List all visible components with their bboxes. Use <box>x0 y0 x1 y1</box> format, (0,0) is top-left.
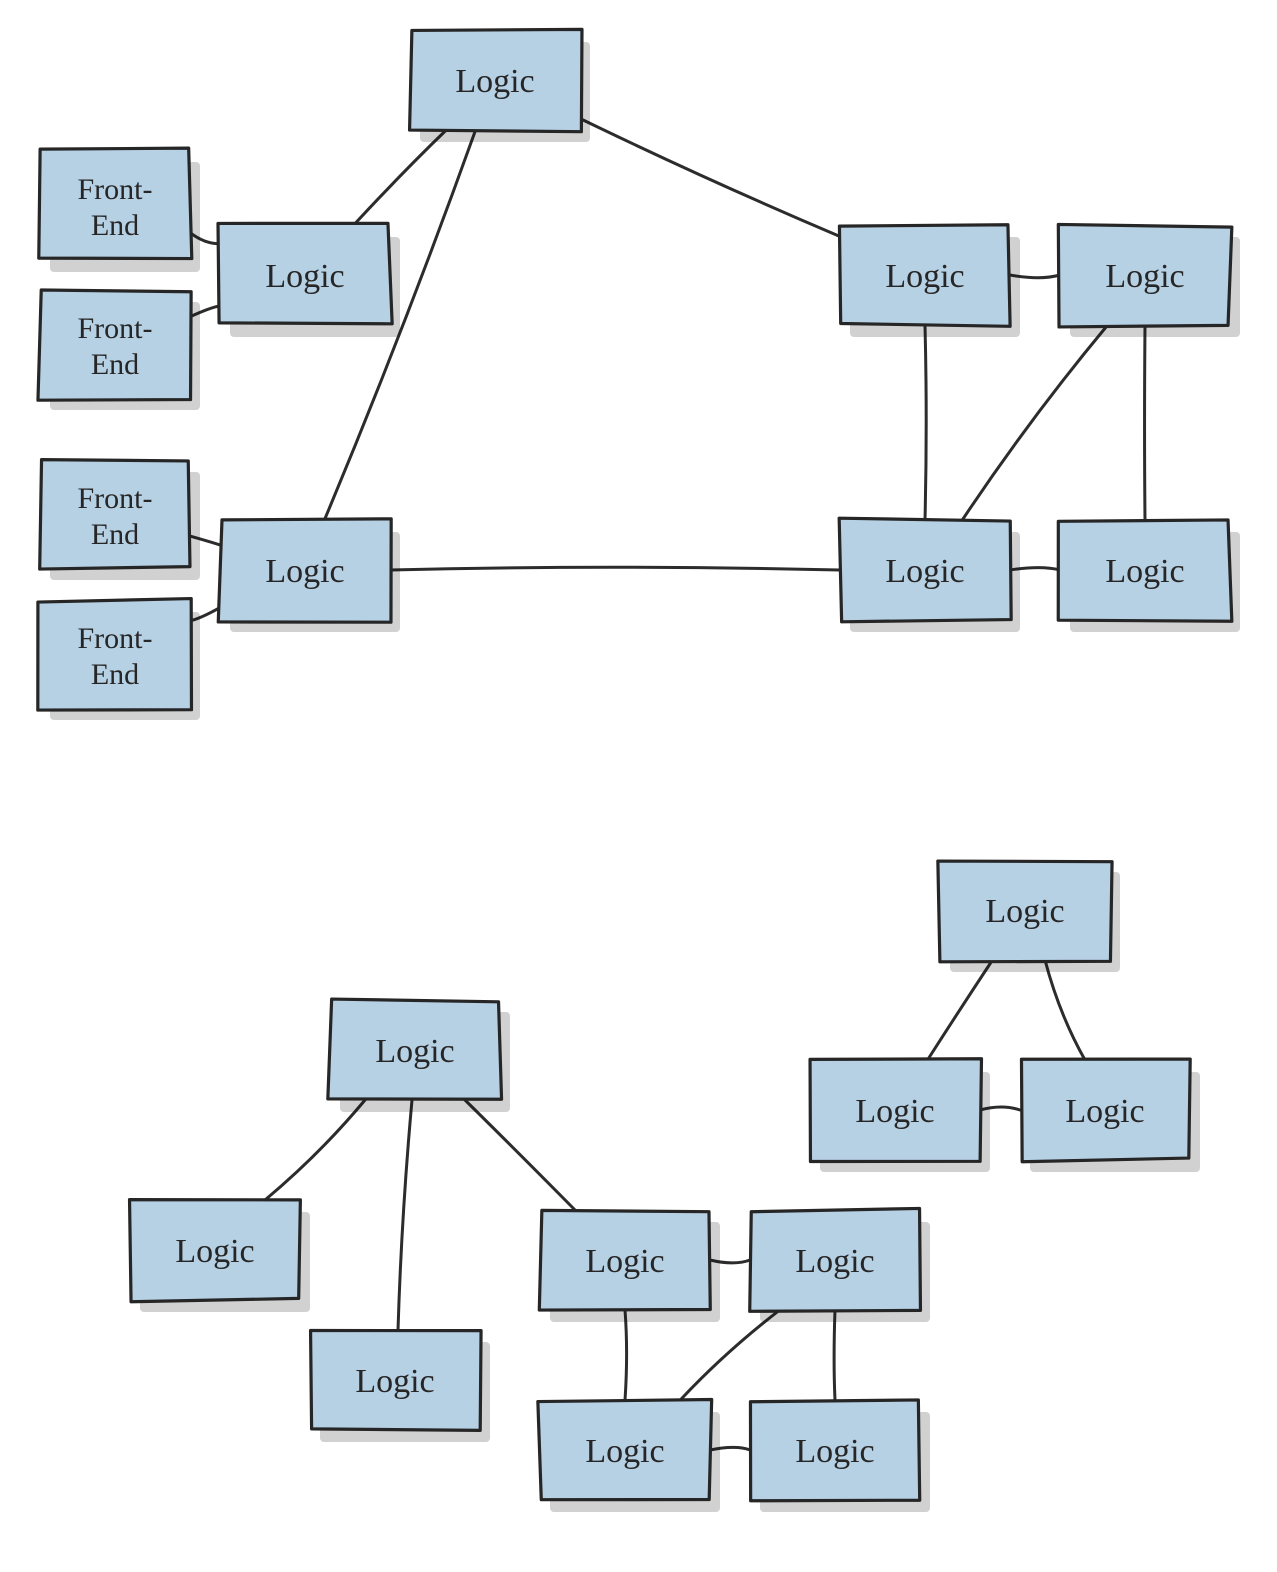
node-label: Logic <box>355 1363 434 1400</box>
node-label: Logic <box>885 553 964 590</box>
node-box <box>38 290 191 400</box>
edge-t_top-t_a <box>928 960 993 1060</box>
node-label: Logic <box>375 1033 454 1070</box>
node-label-line1: Front- <box>78 622 153 655</box>
node-l_r2a[interactable]: Logic <box>839 518 1020 632</box>
node-m_q2[interactable]: Logic <box>750 1208 930 1322</box>
node-l_r1b[interactable]: Logic <box>1058 224 1240 337</box>
node-label-line1: Front- <box>78 312 153 345</box>
node-label: Logic <box>265 258 344 295</box>
edge-l_r1a-l_r2a <box>925 325 926 520</box>
edge-m_q2-m_q3 <box>680 1310 779 1400</box>
node-label: Logic <box>455 63 534 100</box>
edge-l_top-l_leftA <box>354 130 447 225</box>
edge-m_q1-m_q3 <box>625 1310 627 1400</box>
node-label: Logic <box>1065 1093 1144 1130</box>
node-label: Logic <box>855 1093 934 1130</box>
edge-m_top-m_low <box>398 1100 412 1330</box>
node-t_a[interactable]: Logic <box>810 1059 990 1172</box>
node-label: Logic <box>795 1243 874 1280</box>
node-label-line1: Front- <box>78 482 153 515</box>
node-t_top[interactable]: Logic <box>938 861 1120 972</box>
node-label: Logic <box>795 1433 874 1470</box>
node-label-line1: Front- <box>78 173 153 206</box>
node-l_top[interactable]: Logic <box>410 29 590 142</box>
node-l_leftB[interactable]: Logic <box>218 519 400 632</box>
edge-t_top-t_b <box>1045 960 1085 1060</box>
node-fe4[interactable]: Front-End <box>38 599 200 720</box>
edge-l_top-l_r1a <box>580 119 840 237</box>
edge-m_top-m_q1 <box>465 1100 575 1210</box>
node-m_q1[interactable]: Logic <box>539 1210 720 1322</box>
nodes-layer: Front-EndFront-EndFront-EndFront-EndLogi… <box>38 29 1240 1512</box>
node-label-line2: End <box>91 518 139 551</box>
node-l_r1a[interactable]: Logic <box>839 225 1020 337</box>
node-m_q3[interactable]: Logic <box>538 1400 720 1512</box>
node-t_b[interactable]: Logic <box>1021 1059 1200 1172</box>
node-label: Logic <box>1105 553 1184 590</box>
node-m_q4[interactable]: Logic <box>750 1400 930 1512</box>
node-label-line2: End <box>91 209 139 242</box>
node-m_l[interactable]: Logic <box>130 1200 310 1312</box>
edge-m_top-m_l <box>265 1100 365 1200</box>
edge-m_q2-m_q4 <box>834 1310 835 1400</box>
node-m_low[interactable]: Logic <box>311 1331 490 1442</box>
diagram-canvas: Front-EndFront-EndFront-EndFront-EndLogi… <box>0 0 1277 1572</box>
node-m_top[interactable]: Logic <box>328 999 510 1112</box>
node-l_leftA[interactable]: Logic <box>218 223 400 337</box>
node-label-line2: End <box>91 658 139 691</box>
node-l_r2b[interactable]: Logic <box>1058 520 1240 632</box>
edge-l_leftB-l_r2a <box>390 567 840 570</box>
node-label-line2: End <box>91 348 139 381</box>
node-fe2[interactable]: Front-End <box>38 290 200 410</box>
node-label: Logic <box>1105 258 1184 295</box>
edge-l_r1b-l_r2a <box>962 325 1107 520</box>
node-fe3[interactable]: Front-End <box>40 460 200 580</box>
node-label: Logic <box>265 553 344 590</box>
node-label: Logic <box>885 258 964 295</box>
node-label: Logic <box>985 893 1064 930</box>
node-label: Logic <box>585 1433 664 1470</box>
node-fe1[interactable]: Front-End <box>39 148 200 272</box>
node-label: Logic <box>585 1243 664 1280</box>
node-label: Logic <box>175 1233 254 1270</box>
